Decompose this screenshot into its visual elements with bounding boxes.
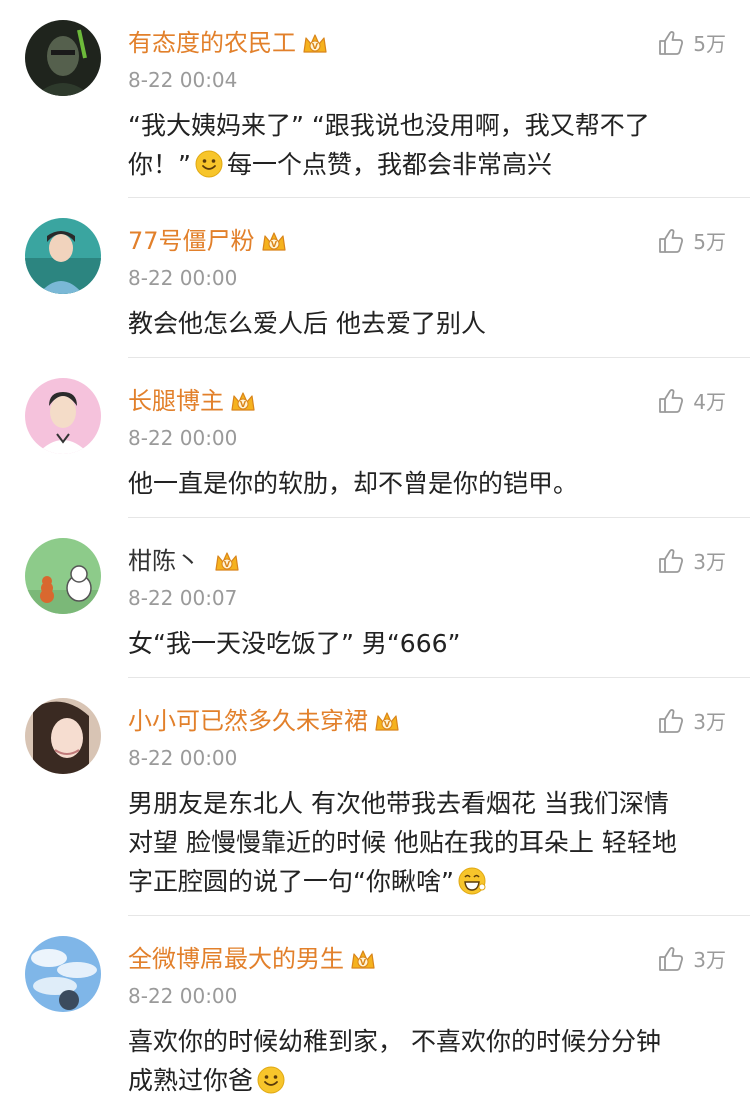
comment-time: 8-22 00:00 <box>128 266 238 290</box>
comment-item[interactable]: 全微博屌最大的男生 3万 8-22 00:00 喜欢你的时候幼稚到家， 不喜欢你… <box>0 916 750 1119</box>
thumb-up-icon <box>657 29 685 57</box>
like-count: 3万 <box>693 550 726 574</box>
comment-text-line: 教会他怎么爱人后 他去爱了别人 <box>128 309 486 338</box>
like-button[interactable]: 5万 <box>657 226 726 255</box>
comment-text-line: 喜欢你的时候幼稚到家， 不喜欢你的时候分分钟 <box>128 1027 661 1056</box>
comment-text: 男朋友是东北人 有次他带我去看烟花 当我们深情 对望 脸慢慢靠近的时候 他贴在我… <box>128 784 722 901</box>
thumb-up-icon <box>657 387 685 415</box>
comment-text-line: 成熟过你爸 <box>128 1061 722 1100</box>
smile-emoji-icon <box>257 1066 285 1094</box>
user-avatar[interactable] <box>25 698 101 774</box>
comment-text-line: “我大姨妈来了” “跟我说也没用啊，我又帮不了 <box>128 111 650 140</box>
user-avatar[interactable] <box>25 218 101 294</box>
comment-text: 他一直是你的软肋，却不曾是你的铠甲。 <box>128 464 722 503</box>
comment-text-line: 男朋友是东北人 有次他带我去看烟花 当我们深情 <box>128 789 669 818</box>
comment-time: 8-22 00:00 <box>128 746 238 770</box>
thumb-up-icon <box>657 547 685 575</box>
username-text[interactable]: 柑陈丶 <box>128 547 200 575</box>
grin-emoji-icon <box>458 867 486 895</box>
like-count: 3万 <box>693 710 726 734</box>
like-count: 5万 <box>693 230 726 254</box>
comment-text: 教会他怎么爱人后 他去爱了别人 <box>128 304 722 343</box>
username[interactable]: 长腿博主 <box>128 386 256 416</box>
username-text[interactable]: 77号僵尸粉 <box>128 227 255 255</box>
comment-text-line: 对望 脸慢慢靠近的时候 他贴在我的耳朵上 轻轻地 <box>128 828 677 857</box>
username[interactable]: 小小可已然多久未穿裙 <box>128 706 400 736</box>
comment-text-part: 成熟过你爸 <box>128 1066 254 1095</box>
username[interactable]: 有态度的农民工 <box>128 28 328 58</box>
username-text[interactable]: 小小可已然多久未穿裙 <box>128 707 368 735</box>
like-count: 5万 <box>693 32 726 56</box>
comment-item[interactable]: 小小可已然多久未穿裙 3万 8-22 00:00 男朋友是东北人 有次他带我去看… <box>0 678 750 916</box>
username-text[interactable]: 有态度的农民工 <box>128 29 296 57</box>
user-avatar[interactable] <box>25 378 101 454</box>
comment-item[interactable]: 有态度的农民工 5万 8-22 00:04 “我大姨妈来了” “跟我说也没用啊，… <box>0 0 750 198</box>
like-button[interactable]: 3万 <box>657 944 726 973</box>
like-count: 3万 <box>693 948 726 972</box>
username[interactable]: 柑陈丶 <box>128 546 240 576</box>
username-text[interactable]: 全微博屌最大的男生 <box>128 945 344 973</box>
comment-item[interactable]: 长腿博主 4万 8-22 00:00 他一直是你的软肋，却不曾是你的铠甲。 <box>0 358 750 518</box>
smile-emoji-icon <box>195 150 223 178</box>
comment-text-part: 每一个点赞，我都会非常高兴 <box>226 150 552 179</box>
comment-text: 喜欢你的时候幼稚到家， 不喜欢你的时候分分钟 成熟过你爸 <box>128 1022 722 1100</box>
vip-crown-badge-icon <box>302 32 328 56</box>
comment-text: 女“我一天没吃饭了” 男“666” <box>128 624 722 663</box>
comment-time: 8-22 00:07 <box>128 586 238 610</box>
thumb-up-icon <box>657 707 685 735</box>
comment-text: “我大姨妈来了” “跟我说也没用啊，我又帮不了 你！” 每一个点赞，我都会非常高兴 <box>128 106 722 184</box>
user-avatar[interactable] <box>25 538 101 614</box>
comment-item[interactable]: 77号僵尸粉 5万 8-22 00:00 教会他怎么爱人后 他去爱了别人 <box>0 198 750 358</box>
username-text[interactable]: 长腿博主 <box>128 387 224 415</box>
thumb-up-icon <box>657 945 685 973</box>
comment-text-part: 字正腔圆的说了一句“你瞅啥” <box>128 867 454 896</box>
comment-text-line: 他一直是你的软肋，却不曾是你的铠甲。 <box>128 469 579 498</box>
comment-text-line: 你！” 每一个点赞，我都会非常高兴 <box>128 145 722 184</box>
vip-crown-badge-icon <box>230 390 256 414</box>
comment-item[interactable]: 柑陈丶 3万 8-22 00:07 女“我一天没吃饭了” 男“666” <box>0 518 750 678</box>
thumb-up-icon <box>657 227 685 255</box>
comment-time: 8-22 00:00 <box>128 426 238 450</box>
vip-crown-badge-icon <box>374 710 400 734</box>
user-avatar[interactable] <box>25 20 101 96</box>
like-button[interactable]: 4万 <box>657 386 726 415</box>
vip-crown-badge-icon <box>261 230 287 254</box>
comment-text-part: 你！” <box>128 150 191 179</box>
comment-time: 8-22 00:04 <box>128 68 238 92</box>
user-avatar[interactable] <box>25 936 101 1012</box>
like-button[interactable]: 3万 <box>657 546 726 575</box>
comment-time: 8-22 00:00 <box>128 984 238 1008</box>
like-button[interactable]: 3万 <box>657 706 726 735</box>
username[interactable]: 77号僵尸粉 <box>128 226 287 256</box>
comment-text-line: 字正腔圆的说了一句“你瞅啥” <box>128 862 722 901</box>
like-count: 4万 <box>693 390 726 414</box>
vip-crown-badge-icon <box>214 550 240 574</box>
comment-text-line: 女“我一天没吃饭了” 男“666” <box>128 629 461 658</box>
like-button[interactable]: 5万 <box>657 28 726 57</box>
username[interactable]: 全微博屌最大的男生 <box>128 944 376 974</box>
vip-crown-badge-icon <box>350 948 376 972</box>
